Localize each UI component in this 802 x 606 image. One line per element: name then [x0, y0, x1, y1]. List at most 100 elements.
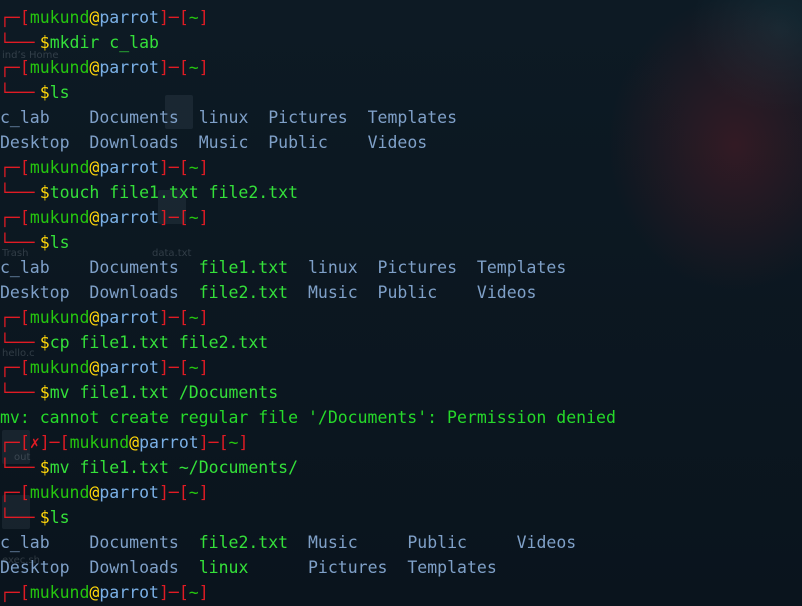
prompt-frame: └──╴ — [0, 233, 40, 252]
prompt-line: ┌─[mukund@parrot]─[~] — [0, 5, 209, 30]
listing-entry: file2.txt — [198, 283, 289, 302]
listing-entry: Templates — [367, 108, 458, 127]
prompt-frame: ┌─ — [0, 158, 20, 177]
listing-entry: Documents — [89, 533, 179, 552]
prompt-bracket: ] — [198, 58, 209, 77]
prompt-frame: └──╴ — [0, 508, 40, 527]
prompt-at: @ — [89, 208, 100, 227]
prompt-frame: ┌─ — [0, 583, 20, 602]
prompt-frame: ┌─ — [0, 358, 20, 377]
listing-entry: file2.txt — [198, 533, 289, 552]
prompt-host: parrot — [99, 483, 159, 502]
prompt-dir: ~ — [188, 583, 199, 602]
listing-entry: Public — [407, 533, 467, 552]
prompt-host: parrot — [99, 158, 159, 177]
listing-entry: Music — [307, 533, 358, 552]
prompt-bracket: [ — [19, 58, 30, 77]
prompt-bracket: ]─[ — [158, 358, 189, 377]
listing-row: Desktop Downloads Music Public Videos — [0, 130, 427, 155]
command-text: ls — [49, 233, 70, 252]
prompt-host: parrot — [99, 583, 159, 602]
listing-entry: Public — [268, 133, 328, 152]
prompt-bracket: ]─[ — [158, 583, 189, 602]
listing-row: c_lab Documents file1.txt linux Pictures… — [0, 255, 566, 280]
prompt-bracket: ]─[ — [158, 58, 189, 77]
prompt-frame: ┌─ — [0, 8, 20, 27]
listing-entry: Desktop — [0, 133, 70, 152]
command-text: touch file1.txt file2.txt — [49, 183, 299, 202]
prompt-line: ┌─[mukund@parrot]─[~] — [0, 480, 209, 505]
listing-entry: Desktop — [0, 558, 70, 577]
listing-entry: Downloads — [89, 558, 179, 577]
prompt-frame: ┌─ — [0, 433, 20, 452]
prompt-dollar: $ — [39, 33, 50, 52]
listing-entry: linux — [198, 108, 249, 127]
command-line: └──╴$touch file1.txt file2.txt — [0, 180, 298, 205]
prompt-host: parrot — [99, 208, 159, 227]
listing-entry: file1.txt — [198, 258, 289, 277]
prompt-user: mukund — [29, 158, 90, 177]
prompt-bracket: [ — [19, 483, 30, 502]
prompt-dir: ~ — [228, 433, 239, 452]
prompt-bracket: ]─[ — [158, 483, 189, 502]
prompt-at: @ — [89, 308, 100, 327]
listing-entry: Music — [307, 283, 358, 302]
prompt-at: @ — [89, 483, 100, 502]
prompt-bracket: [ — [19, 583, 30, 602]
prompt-bracket: ]─[ — [158, 8, 189, 27]
prompt-frame: ┌─ — [0, 208, 20, 227]
prompt-frame: └──╴ — [0, 383, 40, 402]
prompt-dollar: $ — [39, 383, 50, 402]
listing-entry: c_lab — [0, 258, 50, 277]
command-text: cp file1.txt file2.txt — [49, 333, 269, 352]
listing-entry: c_lab — [0, 108, 50, 127]
prompt-bracket: ] — [238, 433, 249, 452]
listing-entry: Videos — [367, 133, 428, 152]
listing-entry: Templates — [476, 258, 567, 277]
prompt-user: mukund — [29, 583, 90, 602]
command-line: └──╴$ls — [0, 230, 70, 255]
listing-entry: Pictures — [268, 108, 348, 127]
prompt-user: mukund — [69, 433, 130, 452]
listing-entry: Public — [377, 283, 438, 302]
listing-entry: Videos — [476, 283, 537, 302]
prompt-line: ┌─[mukund@parrot]─[~] — [0, 355, 209, 380]
prompt-dir: ~ — [188, 58, 199, 77]
prompt-line: ┌─[mukund@parrot]─[~] — [0, 580, 209, 605]
command-text: mkdir c_lab — [49, 33, 159, 52]
prompt-dir: ~ — [188, 358, 199, 377]
prompt-bracket: ]─[ — [158, 308, 189, 327]
prompt-at: @ — [129, 433, 140, 452]
listing-entry: Templates — [407, 558, 497, 577]
prompt-line: ┌─[mukund@parrot]─[~] — [0, 155, 209, 180]
listing-entry: Videos — [516, 533, 577, 552]
command-line: └──╴$cp file1.txt file2.txt — [0, 330, 268, 355]
prompt-at: @ — [89, 583, 100, 602]
prompt-host: parrot — [99, 58, 159, 77]
prompt-line: ┌─[✗]─[mukund@parrot]─[~] — [0, 430, 248, 455]
prompt-frame: ┌─ — [0, 483, 20, 502]
prompt-dollar: $ — [39, 183, 50, 202]
prompt-bracket: ]─[ — [198, 433, 229, 452]
listing-entry: c_lab — [0, 533, 50, 552]
prompt-frame: └──╴ — [0, 33, 40, 52]
prompt-dir: ~ — [188, 483, 199, 502]
terminal-window[interactable]: ind’s Home data.txt Trash hello.c out ex… — [0, 0, 802, 606]
prompt-at: @ — [89, 358, 100, 377]
prompt-frame: └──╴ — [0, 458, 40, 477]
listing-row: c_lab Documents linux Pictures Templates — [0, 105, 457, 130]
command-text: ls — [49, 508, 70, 527]
listing-entry: Documents — [89, 258, 179, 277]
command-text: ls — [49, 83, 70, 102]
prompt-frame: └──╴ — [0, 333, 40, 352]
prompt-bracket: [ — [59, 433, 70, 452]
prompt-dollar: $ — [39, 508, 50, 527]
prompt-at: @ — [89, 158, 100, 177]
prompt-line: ┌─[mukund@parrot]─[~] — [0, 305, 209, 330]
prompt-frame: ┌─ — [0, 308, 20, 327]
command-line: └──╴$mkdir c_lab — [0, 30, 159, 55]
prompt-frame: └──╴ — [0, 83, 40, 102]
listing-entry: Documents — [89, 108, 179, 127]
prompt-at: @ — [89, 58, 100, 77]
command-line: └──╴$ls — [0, 505, 70, 530]
